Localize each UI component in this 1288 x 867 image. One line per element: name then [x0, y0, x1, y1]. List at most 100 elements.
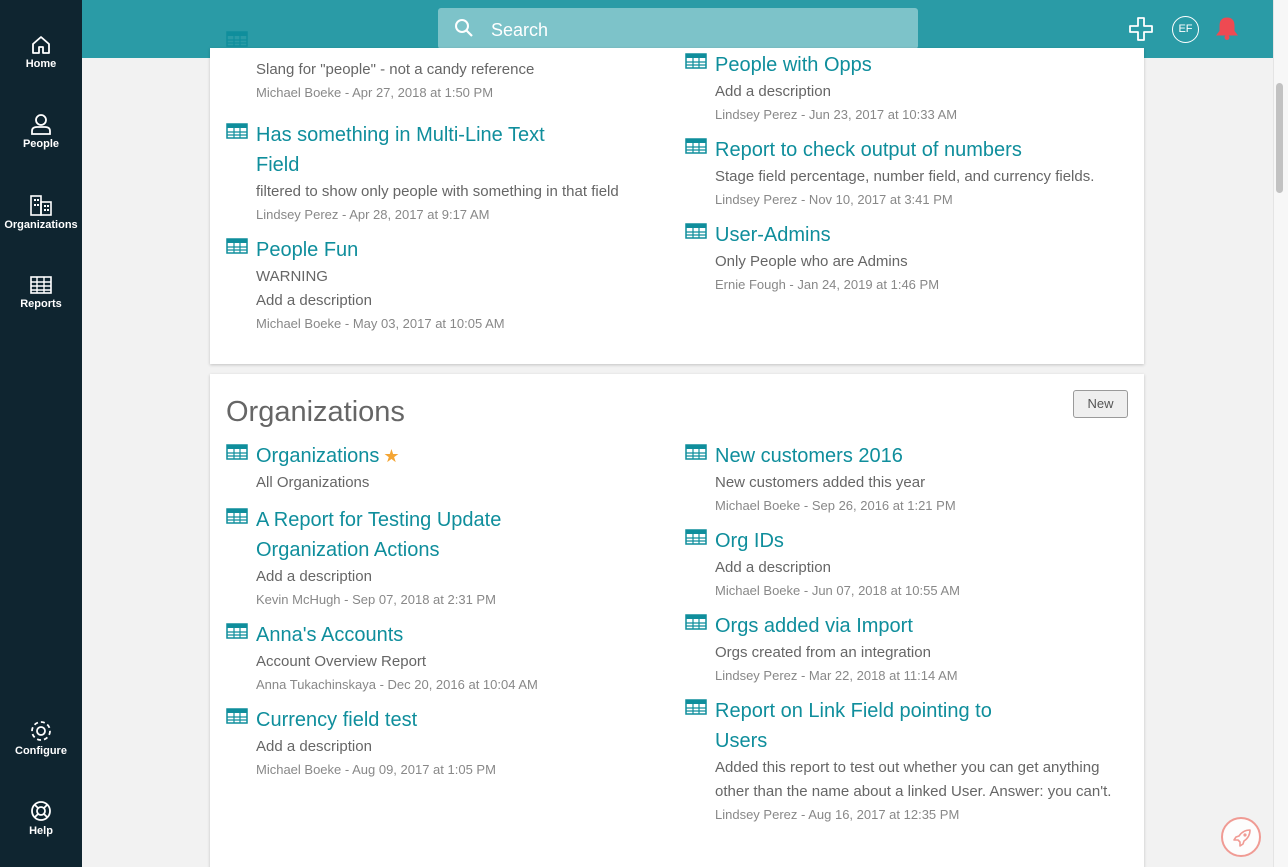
report-meta: Michael Boeke - Sep 26, 2016 at 1:21 PM	[715, 498, 956, 513]
report-meta: Lindsey Perez - Apr 28, 2017 at 9:17 AM	[256, 207, 490, 222]
report-meta: Michael Boeke - Apr 27, 2018 at 1:50 PM	[256, 85, 494, 100]
home-icon	[32, 36, 50, 54]
organizations-reports-panel: Organizations New Organizations ★ All Org…	[210, 374, 1144, 867]
report-title[interactable]: Anna's Accounts	[256, 620, 646, 650]
report-description: filtered to show only people with someth…	[256, 183, 619, 200]
table-icon	[226, 31, 248, 47]
report-description: Slang for "people" - not a candy referen…	[256, 61, 535, 78]
report-description: Add a description	[256, 738, 372, 755]
report-meta: Lindsey Perez - Nov 10, 2017 at 3:41 PM	[715, 192, 953, 207]
report-title[interactable]: A Report for Testing Update Organization…	[256, 505, 556, 565]
report-title[interactable]	[256, 28, 646, 58]
table-icon	[226, 123, 248, 139]
report-meta: Kevin McHugh - Sep 07, 2018 at 2:31 PM	[256, 592, 496, 607]
nav-organizations-label: Organizations	[4, 219, 78, 231]
report-meta: Michael Boeke - Aug 09, 2017 at 1:05 PM	[256, 762, 496, 777]
report-title[interactable]: Currency field test	[256, 705, 646, 735]
nav-people-label: People	[22, 138, 60, 150]
nav-organizations[interactable]: Organizations	[0, 193, 82, 231]
rocket-icon	[1233, 829, 1251, 847]
report-description: Add a description	[715, 559, 831, 576]
report-description: All Organizations	[256, 474, 370, 491]
table-icon	[226, 623, 248, 639]
report-item[interactable]: Org IDs Add a description Michael Boeke …	[685, 526, 1105, 602]
report-title[interactable]: People with Opps	[715, 50, 1105, 80]
report-description: Added this report to test out whether yo…	[715, 759, 1112, 800]
avatar[interactable]: EF	[1172, 16, 1199, 43]
plus-icon[interactable]	[1128, 16, 1154, 42]
table-icon	[226, 508, 248, 524]
report-description: Only People who are Admins	[715, 253, 908, 270]
report-meta: Michael Boeke - May 03, 2017 at 10:05 AM	[256, 316, 505, 331]
star-icon[interactable]: ★	[383, 446, 399, 466]
grid-icon	[30, 276, 52, 294]
new-report-button[interactable]: New	[1073, 390, 1128, 418]
report-description-2: Add a description	[256, 292, 372, 309]
report-description: Stage field percentage, number field, an…	[715, 168, 1095, 185]
nav-home[interactable]: Home	[0, 34, 82, 70]
nav-help[interactable]: Help	[0, 799, 82, 837]
report-title[interactable]: New customers 2016	[715, 441, 1105, 471]
table-icon	[685, 529, 707, 545]
person-icon	[31, 114, 51, 135]
bell-icon[interactable]	[1214, 15, 1240, 41]
report-item[interactable]: New customers 2016 New customers added t…	[685, 441, 1105, 517]
nav-configure-label: Configure	[15, 745, 67, 757]
gear-icon	[31, 721, 51, 741]
building-icon	[30, 195, 52, 216]
table-icon	[685, 53, 707, 69]
report-title[interactable]: People Fun	[256, 235, 646, 265]
report-description: Orgs created from an integration	[715, 644, 931, 661]
table-icon	[685, 444, 707, 460]
launcher-button[interactable]	[1221, 817, 1261, 857]
report-description: Add a description	[256, 568, 372, 585]
report-title[interactable]: Orgs added via Import	[715, 611, 1105, 641]
report-title[interactable]: Org IDs	[715, 526, 1105, 556]
table-icon	[685, 223, 707, 239]
nav-reports-label: Reports	[20, 298, 62, 310]
report-title[interactable]: User-Admins	[715, 220, 1105, 250]
report-meta: Lindsey Perez - Mar 22, 2018 at 11:14 AM	[715, 668, 958, 683]
report-item[interactable]: Report on Link Field pointing to Users A…	[685, 696, 1130, 826]
section-title: Organizations	[226, 396, 405, 428]
nav-configure[interactable]: Configure	[0, 719, 82, 757]
table-icon	[685, 138, 707, 154]
table-icon	[685, 614, 707, 630]
report-description: New customers added this year	[715, 474, 926, 491]
table-icon	[685, 699, 707, 715]
nav-reports[interactable]: Reports	[0, 274, 82, 310]
report-item[interactable]: Currency field test Add a description Mi…	[226, 705, 646, 781]
report-item[interactable]: People with Opps Add a description Linds…	[685, 50, 1105, 126]
report-title-row[interactable]: Organizations ★	[256, 441, 646, 471]
report-title[interactable]: Report to check output of numbers	[715, 135, 1105, 165]
report-item[interactable]: Has something in Multi-Line Text Field f…	[226, 120, 646, 226]
table-icon	[226, 238, 248, 254]
report-item[interactable]: People Fun WARNING Add a description Mic…	[226, 235, 646, 335]
nav-help-label: Help	[29, 825, 53, 837]
table-icon	[226, 708, 248, 724]
report-title[interactable]: Has something in Multi-Line Text Field	[256, 120, 566, 180]
report-item[interactable]: A Report for Testing Update Organization…	[226, 505, 646, 611]
report-description: Add a description	[715, 83, 831, 100]
report-description: WARNING	[256, 268, 328, 285]
nav-people[interactable]: People	[0, 112, 82, 150]
lifebuoy-icon	[31, 801, 51, 821]
report-item[interactable]: Report to check output of numbers Stage …	[685, 135, 1105, 211]
report-meta: Lindsey Perez - Aug 16, 2017 at 12:35 PM	[715, 807, 960, 822]
report-description: Account Overview Report	[256, 653, 427, 670]
table-icon	[226, 444, 248, 460]
report-item[interactable]: Anna's Accounts Account Overview Report …	[226, 620, 646, 696]
report-item[interactable]: Slang for "people" - not a candy referen…	[226, 28, 646, 104]
report-title[interactable]: Organizations	[256, 445, 379, 467]
report-meta: Lindsey Perez - Jun 23, 2017 at 10:33 AM	[715, 107, 958, 122]
report-item[interactable]: Organizations ★ All Organizations	[226, 441, 646, 495]
report-item[interactable]: User-Admins Only People who are Admins E…	[685, 220, 1105, 296]
report-meta: Ernie Fough - Jan 24, 2019 at 1:46 PM	[715, 277, 940, 292]
nav-home-label: Home	[25, 58, 57, 70]
report-meta: Michael Boeke - Jun 07, 2018 at 10:55 AM	[715, 583, 960, 598]
report-item[interactable]: Orgs added via Import Orgs created from …	[685, 611, 1105, 687]
report-meta: Anna Tukachinskaya - Dec 20, 2016 at 10:…	[256, 677, 538, 692]
sidebar: Home People Organizations Reports Config…	[0, 0, 82, 867]
report-title[interactable]: Report on Link Field pointing to Users	[715, 696, 1015, 756]
scrollbar-thumb[interactable]	[1276, 83, 1283, 193]
